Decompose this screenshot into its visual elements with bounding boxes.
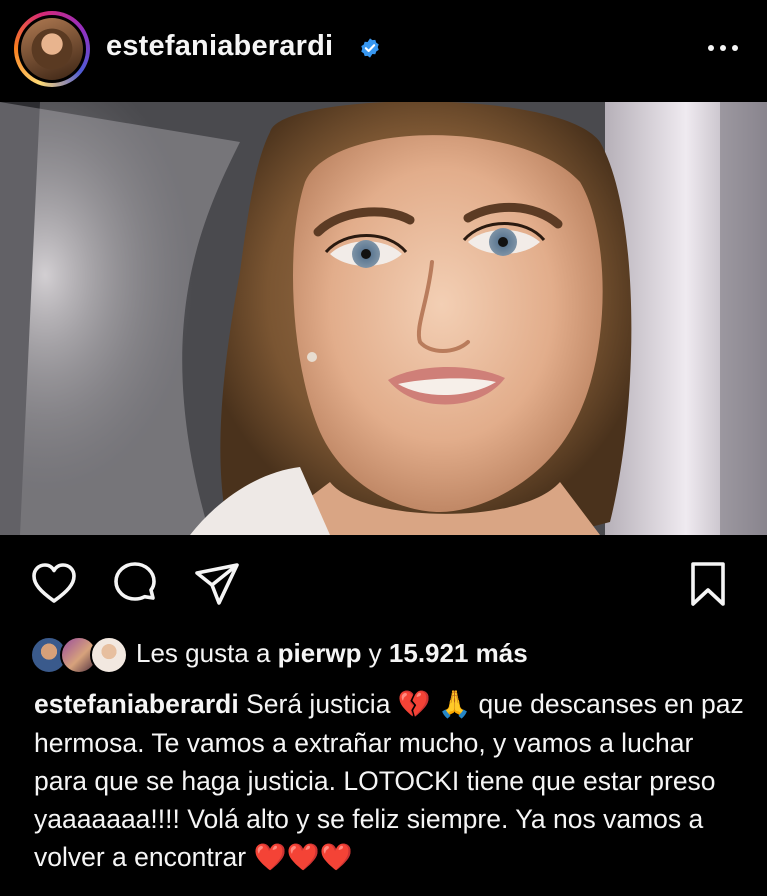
bookmark-icon[interactable] — [684, 560, 732, 608]
avatar[interactable] — [21, 18, 83, 80]
verified-badge-icon — [361, 38, 379, 58]
likes-count[interactable]: 15.921 más — [389, 638, 528, 668]
more-options-icon[interactable] — [705, 38, 741, 58]
liker-username[interactable]: pierwp — [278, 638, 362, 668]
username-link[interactable]: estefaniaberardi — [106, 30, 333, 63]
heart-icon[interactable] — [30, 560, 78, 608]
caption-text: Será justicia — [238, 689, 398, 719]
post-photo[interactable] — [0, 102, 767, 535]
post-caption: estefaniaberardi Será justicia 💔 🙏 que d… — [34, 685, 749, 877]
liker-avatar — [90, 636, 128, 674]
broken-heart-emoji: 💔 — [397, 689, 431, 720]
portrait-image — [0, 102, 767, 535]
liker-avatars — [30, 634, 128, 674]
post-header: estefaniaberardi — [0, 0, 767, 100]
likes-row[interactable]: Les gusta a pierwp y 15.921 más — [30, 633, 528, 674]
red-hearts-emoji: ❤️❤️❤️ — [253, 842, 353, 873]
likes-count-text: Les gusta a pierwp y 15.921 más — [136, 637, 528, 668]
send-icon[interactable] — [193, 560, 241, 608]
story-ring[interactable] — [14, 11, 90, 87]
praying-hands-emoji: 🙏 — [438, 689, 472, 720]
comment-icon[interactable] — [111, 560, 159, 608]
post-actions — [0, 560, 767, 610]
caption-username[interactable]: estefaniaberardi — [34, 689, 239, 719]
